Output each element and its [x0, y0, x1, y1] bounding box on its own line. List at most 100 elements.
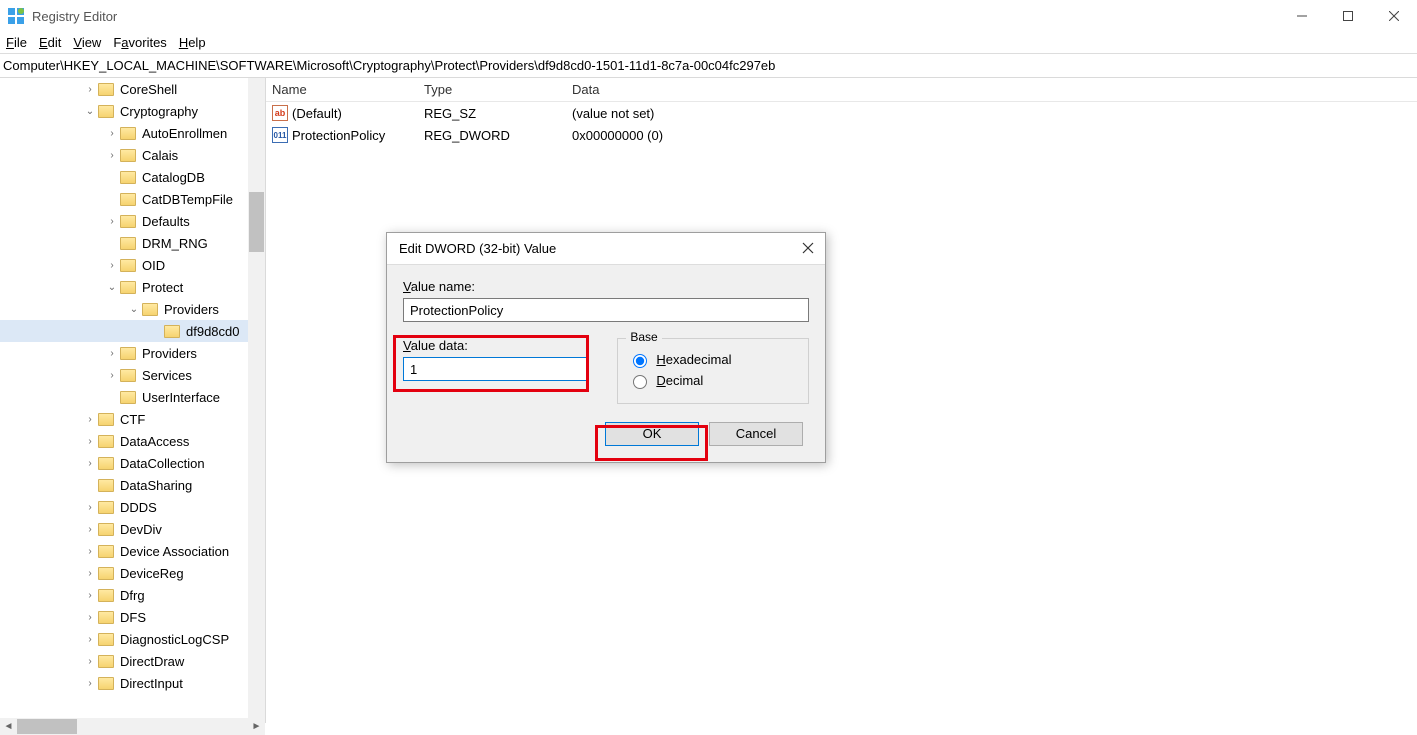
expander-icon[interactable]: › [84, 568, 96, 579]
scroll-right-icon[interactable]: ► [248, 718, 265, 735]
tree-item-userinterface[interactable]: UserInterface [0, 386, 248, 408]
folder-icon [120, 369, 136, 382]
expander-icon[interactable]: › [84, 612, 96, 623]
expander-icon[interactable]: › [106, 216, 118, 227]
tree-item-oid[interactable]: ›OID [0, 254, 248, 276]
value-name-input[interactable] [403, 298, 809, 322]
tree-item-cryptography[interactable]: ⌄Cryptography [0, 100, 248, 122]
tree-item-ddds[interactable]: ›DDDS [0, 496, 248, 518]
dialog-close-button[interactable] [797, 237, 819, 259]
tree-item-services[interactable]: ›Services [0, 364, 248, 386]
tree-item-datacollection[interactable]: ›DataCollection [0, 452, 248, 474]
tree-item-autoenrollmen[interactable]: ›AutoEnrollmen [0, 122, 248, 144]
expander-icon[interactable]: ⌄ [84, 106, 96, 117]
cancel-button[interactable]: Cancel [709, 422, 803, 446]
titlebar: Registry Editor [0, 0, 1417, 32]
tree-item-calais[interactable]: ›Calais [0, 144, 248, 166]
list-header: Name Type Data [266, 78, 1417, 102]
folder-icon [98, 457, 114, 470]
expander-icon[interactable]: › [84, 678, 96, 689]
tree-vscrollbar[interactable] [248, 78, 265, 723]
expander-icon[interactable]: › [84, 590, 96, 601]
tree-hscrollbar[interactable]: ◄ ► [0, 718, 265, 735]
string-value-icon: ab [272, 105, 288, 121]
pane-vresizer[interactable] [937, 78, 942, 723]
tree-item-catdbtempfile[interactable]: CatDBTempFile [0, 188, 248, 210]
tree-item-devdiv[interactable]: ›DevDiv [0, 518, 248, 540]
close-button[interactable] [1371, 0, 1417, 32]
tree-item-ctf[interactable]: ›CTF [0, 408, 248, 430]
tree-item-diagnosticlogcsp[interactable]: ›DiagnosticLogCSP [0, 628, 248, 650]
tree-item-device-association[interactable]: ›Device Association [0, 540, 248, 562]
expander-icon[interactable]: › [106, 370, 118, 381]
col-data[interactable]: Data [566, 82, 1417, 97]
dialog-titlebar[interactable]: Edit DWORD (32-bit) Value [387, 233, 825, 265]
value-type: REG_SZ [418, 106, 566, 121]
tree-item-dfrg[interactable]: ›Dfrg [0, 584, 248, 606]
expander-icon[interactable]: ⌄ [128, 304, 140, 315]
ok-button[interactable]: OK [605, 422, 699, 446]
value-data-input[interactable] [403, 357, 589, 381]
expander-icon[interactable]: › [84, 634, 96, 645]
expander-icon[interactable]: › [84, 524, 96, 535]
folder-icon [120, 281, 136, 294]
menu-view[interactable]: View [73, 35, 101, 50]
list-row[interactable]: 011ProtectionPolicyREG_DWORD0x00000000 (… [266, 124, 1417, 146]
expander-icon[interactable]: › [106, 150, 118, 161]
tree-label: UserInterface [140, 390, 222, 405]
menu-edit[interactable]: Edit [39, 35, 61, 50]
radio-decimal[interactable] [633, 375, 647, 389]
expander-icon[interactable]: › [84, 656, 96, 667]
expander-icon[interactable]: › [106, 348, 118, 359]
tree-label: DirectInput [118, 676, 185, 691]
col-name[interactable]: Name [266, 82, 418, 97]
expander-icon[interactable]: › [84, 546, 96, 557]
hscroll-thumb[interactable] [17, 719, 77, 734]
expander-icon[interactable]: ⌄ [106, 282, 118, 293]
tree-item-df9d8cd0[interactable]: df9d8cd0 [0, 320, 248, 342]
menu-file[interactable]: File [6, 35, 27, 50]
folder-icon [98, 435, 114, 448]
expander-icon[interactable]: › [84, 436, 96, 447]
tree-item-protect[interactable]: ⌄Protect [0, 276, 248, 298]
radio-hexadecimal[interactable] [633, 354, 647, 368]
scroll-thumb[interactable] [249, 192, 264, 252]
list-row[interactable]: ab(Default)REG_SZ(value not set) [266, 102, 1417, 124]
tree-item-devicereg[interactable]: ›DeviceReg [0, 562, 248, 584]
tree-item-dataaccess[interactable]: ›DataAccess [0, 430, 248, 452]
maximize-button[interactable] [1325, 0, 1371, 32]
base-legend: Base [626, 330, 661, 344]
tree-item-datasharing[interactable]: DataSharing [0, 474, 248, 496]
folder-icon [98, 501, 114, 514]
expander-icon[interactable]: › [84, 502, 96, 513]
tree-item-directinput[interactable]: › DirectInput [0, 672, 248, 694]
addressbar[interactable]: Computer\HKEY_LOCAL_MACHINE\SOFTWARE\Mic… [0, 54, 1417, 78]
folder-icon [120, 127, 136, 140]
minimize-button[interactable] [1279, 0, 1325, 32]
tree-item-directdraw[interactable]: ›DirectDraw [0, 650, 248, 672]
tree-label: df9d8cd0 [184, 324, 242, 339]
expander-icon[interactable]: › [106, 128, 118, 139]
col-type[interactable]: Type [418, 82, 566, 97]
tree-label: CatDBTempFile [140, 192, 235, 207]
tree-item-catalogdb[interactable]: CatalogDB [0, 166, 248, 188]
menu-favorites[interactable]: Favorites [113, 35, 166, 50]
tree-label: DataSharing [118, 478, 194, 493]
folder-icon [98, 83, 114, 96]
tree-item-coreshell[interactable]: › CoreShell [0, 78, 248, 100]
tree-item-defaults[interactable]: ›Defaults [0, 210, 248, 232]
expander-icon[interactable]: › [106, 260, 118, 271]
tree-item-drm-rng[interactable]: DRM_RNG [0, 232, 248, 254]
tree-item-providers[interactable]: ⌄Providers [0, 298, 248, 320]
tree-item-providers[interactable]: ›Providers [0, 342, 248, 364]
menu-help[interactable]: Help [179, 35, 206, 50]
tree-label: CoreShell [118, 82, 179, 97]
scroll-left-icon[interactable]: ◄ [0, 718, 17, 735]
value-data-label: Value data: [403, 338, 589, 353]
tree-item-dfs[interactable]: ›DFS [0, 606, 248, 628]
menubar: File Edit View Favorites Help [0, 32, 1417, 54]
expander-icon[interactable]: › [84, 84, 96, 95]
expander-icon[interactable]: › [84, 414, 96, 425]
expander-icon[interactable]: › [84, 458, 96, 469]
dialog-title-text: Edit DWORD (32-bit) Value [399, 241, 556, 256]
